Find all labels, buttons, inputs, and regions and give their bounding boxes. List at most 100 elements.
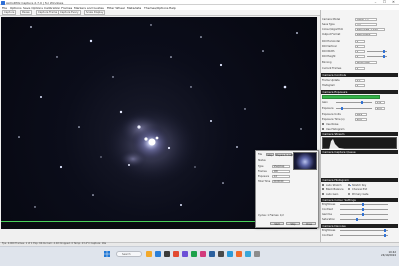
roi-height-thumb[interactable] (383, 54, 386, 58)
mail-icon[interactable] (173, 251, 179, 257)
output-format-field[interactable]: RGB Output (355, 32, 377, 36)
section-capture-queue[interactable]: Camera Capture Queue (321, 150, 398, 154)
setting-label: Current Frames (322, 67, 342, 70)
dialog-close-button[interactable]: Close (302, 221, 316, 225)
exposure-thumb[interactable] (341, 106, 344, 110)
roi-width-field[interactable]: 0 (355, 49, 365, 53)
dialog-stop-button[interactable]: Stop (286, 221, 300, 225)
frame-update-field[interactable]: 0.1 (355, 78, 365, 82)
setting-label: Histogram (322, 84, 335, 87)
setting-label: Exposure Units (322, 113, 341, 116)
slider-label: Brightness (322, 229, 336, 232)
histogram-display (322, 137, 398, 150)
saturation-thumb[interactable] (356, 217, 359, 221)
search-input[interactable]: Search (116, 251, 142, 257)
gain-field[interactable]: 250 (375, 100, 385, 104)
setting-label: Exposure (322, 107, 334, 110)
section-camera-stream[interactable]: Camera Stream (321, 132, 398, 136)
capture-button[interactable]: Capture (2, 10, 17, 15)
file-explorer-icon[interactable] (146, 251, 152, 257)
saturation-slider[interactable] (340, 219, 388, 220)
option-label: Auto Gain (326, 192, 339, 196)
exposure-field[interactable]: 60.0 (375, 106, 385, 110)
section-camera-exposure[interactable]: Camera Exposure (321, 90, 398, 94)
denoise-brightness-slider[interactable] (340, 230, 388, 231)
dialog-exposure-field[interactable]: 1.0 (272, 174, 290, 178)
option-label: Auto Stretch (326, 183, 342, 187)
black-balance-checkbox[interactable] (322, 188, 325, 191)
section-camera-denoise[interactable]: Camera Denoise (321, 224, 398, 228)
section-camera-controls[interactable]: Camera Controls (321, 73, 398, 77)
dialog-row-label: Frames (258, 170, 267, 173)
gain-thumb[interactable] (361, 100, 364, 104)
contrast-thumb[interactable] (362, 207, 365, 211)
algorithm-field[interactable]: RGB Linear 1 Shot (355, 27, 385, 31)
binning-field[interactable]: None (Max) (355, 60, 377, 64)
histogram-field[interactable]: 0 (355, 83, 365, 87)
auto-gain-checkbox[interactable] (322, 192, 325, 195)
dialog-row-label: Type (258, 165, 264, 168)
option-label: Use Noise (326, 123, 339, 126)
capture-frame-button[interactable]: Capture Frame (36, 10, 60, 15)
denoise-brightness-thumb[interactable] (384, 228, 387, 232)
dialog-status-label: Status (258, 159, 266, 162)
dialog-tab-prepare[interactable]: Prepare to Capture (275, 152, 297, 156)
roi-height-field[interactable]: 0 (355, 54, 365, 58)
roi-horizontal-field[interactable]: 0 (355, 39, 365, 43)
exposure-progress-bar (322, 95, 380, 99)
teams-icon[interactable] (182, 251, 188, 257)
edge-icon[interactable] (155, 251, 161, 257)
radio-label: Stretch Sky (352, 183, 367, 187)
setting-label: Output Format (322, 33, 341, 36)
brightness-thumb[interactable] (362, 202, 365, 206)
roi-vertical-field[interactable]: 0 (355, 44, 365, 48)
roi-width-thumb[interactable] (383, 49, 386, 53)
start-icon[interactable] (104, 251, 110, 257)
denoise-contrast-slider[interactable] (340, 235, 388, 236)
save-type-field[interactable]: TIFF (355, 22, 377, 26)
dialog-tab-stop[interactable]: Stop (266, 152, 274, 156)
setting-label: ROI Height (322, 55, 336, 58)
setting-label: ROI Vertical (322, 45, 337, 48)
use-histogram-checkbox[interactable] (322, 127, 325, 130)
settings-icon[interactable] (209, 251, 215, 257)
app-icon-orange[interactable] (236, 251, 242, 257)
histogram-graph (323, 139, 398, 150)
section-colour-settings[interactable]: Camera Colour Settings (321, 198, 398, 202)
capture-every-button[interactable]: Capture Every (58, 10, 81, 15)
dialog-footer: Cycles: 1 Frames: 1/2 (258, 214, 284, 217)
auto-stretch-checkbox[interactable] (322, 183, 325, 186)
app-icon-grey[interactable] (254, 251, 260, 257)
setting-label: ROI Horizontal (322, 40, 341, 43)
slider-label: Brightness (322, 203, 336, 206)
dialog-type-field[interactable]: SharpCap (272, 164, 290, 168)
gain-slider[interactable] (336, 102, 372, 103)
current-frames-field: 0 (355, 66, 365, 70)
pause-button[interactable]: Pause (20, 10, 32, 15)
section-camera-histogram[interactable]: Camera Histogram (321, 178, 398, 182)
terminal-icon[interactable] (218, 251, 224, 257)
photos-icon[interactable] (200, 251, 206, 257)
setting-label: Frame Update (322, 79, 340, 82)
dialog-row-label: Exposure (258, 175, 270, 178)
dialog-start-button[interactable]: Start (270, 221, 284, 225)
gamma-thumb[interactable] (362, 212, 365, 216)
taskbar-clock[interactable]: 10:42 24/10/2024 (381, 251, 396, 258)
camera-model-field[interactable]: Canon 7.3 (355, 17, 377, 21)
store-icon[interactable] (164, 251, 170, 257)
slider-label: Contrast (322, 208, 333, 211)
app-icon-blue[interactable] (245, 251, 251, 257)
app-icon (1, 1, 5, 5)
exposure-units-field[interactable]: Secs (355, 112, 367, 116)
slider-label: Gamma (322, 213, 332, 216)
astrodmx-taskbar-icon[interactable] (191, 251, 197, 257)
denoise-contrast-thumb[interactable] (384, 233, 387, 237)
slider-label: Saturation (322, 218, 336, 221)
scale-display-button[interactable]: Scale Display (84, 10, 106, 15)
dialog-total-time-field: 00:00:00 (272, 179, 290, 183)
browser-icon[interactable] (227, 251, 233, 257)
radio-label: Channel Ext (352, 188, 368, 191)
use-noise-checkbox[interactable] (322, 123, 325, 126)
dialog-frames-field[interactable]: 100 (272, 169, 290, 173)
exposure-time-field: 60.0 (355, 117, 367, 121)
